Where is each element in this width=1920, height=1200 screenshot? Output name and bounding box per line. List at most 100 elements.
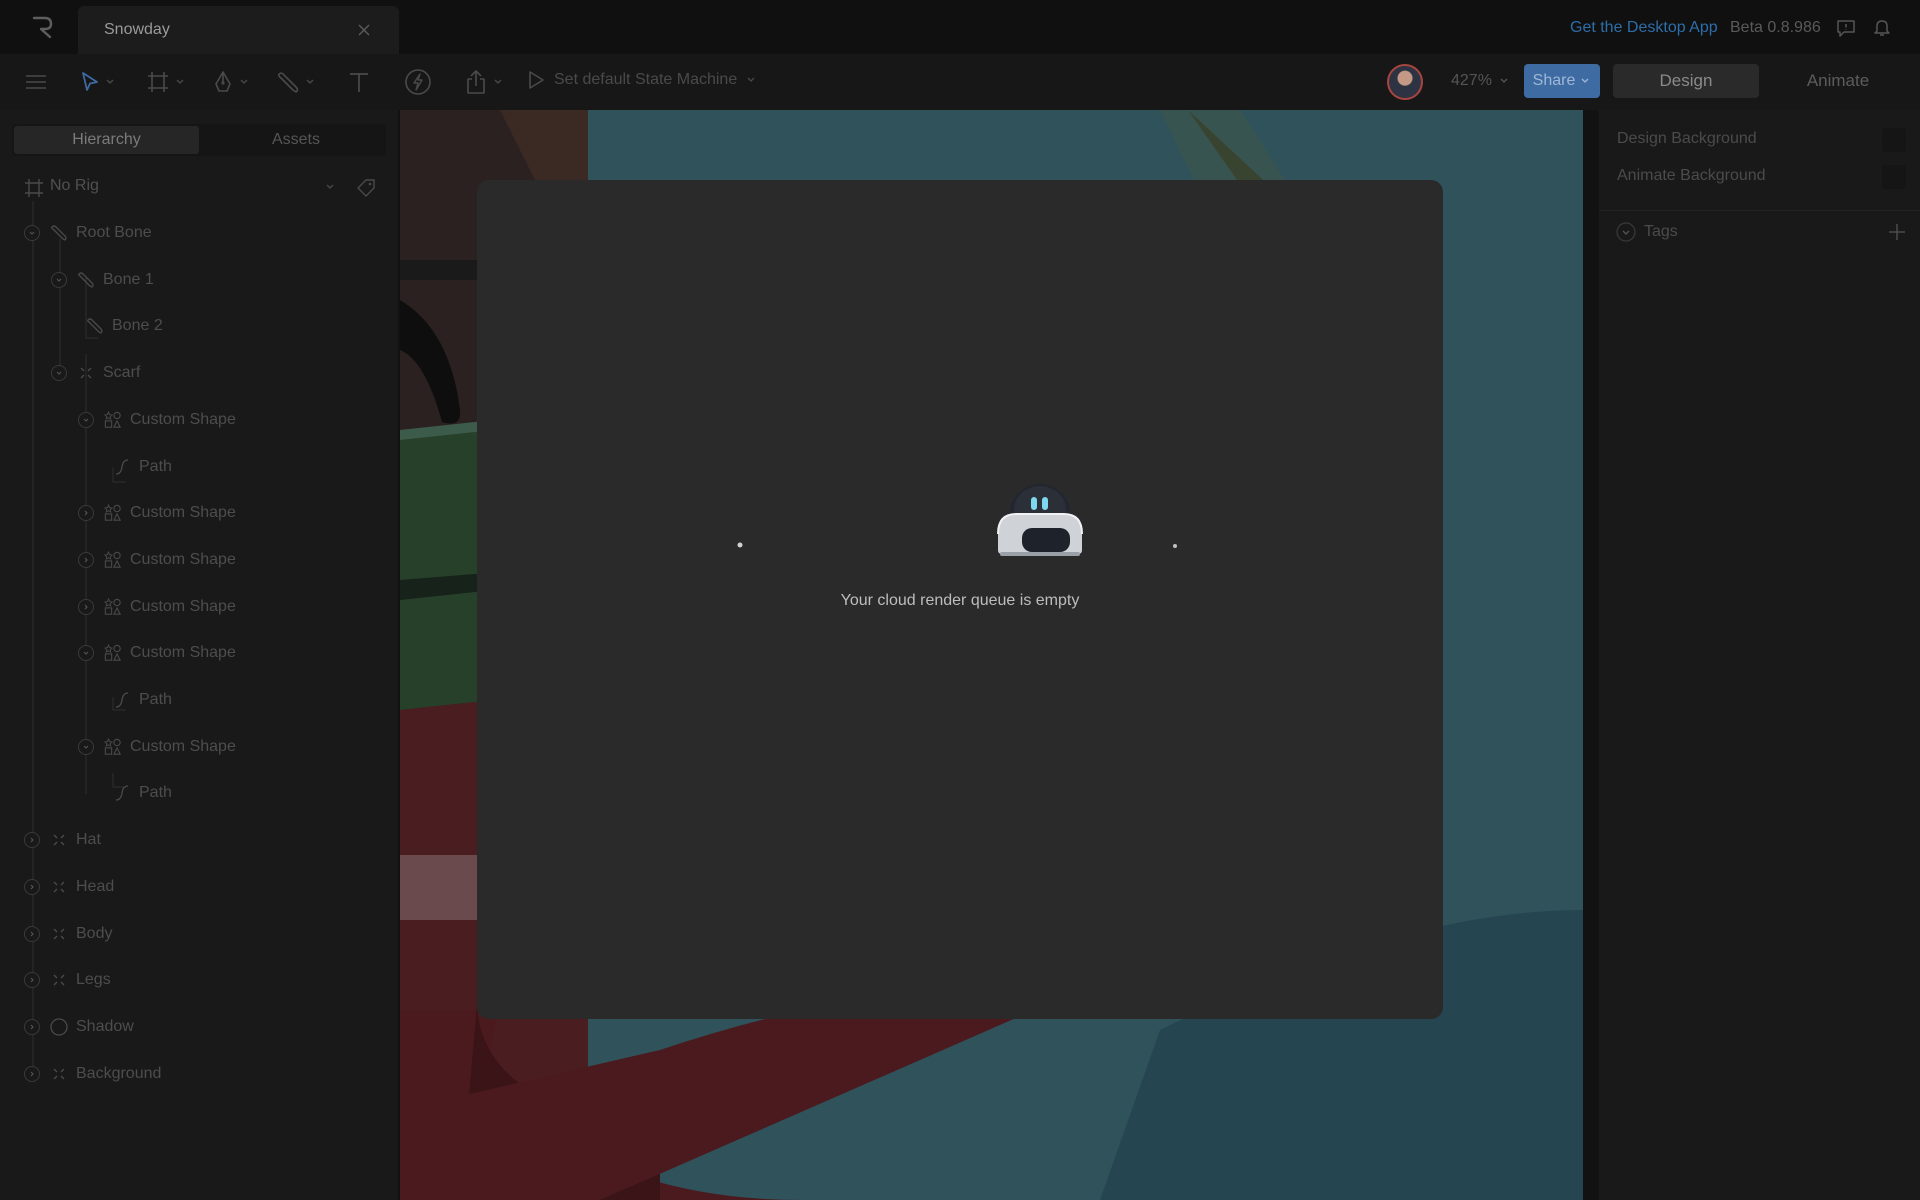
share-button[interactable]: Share <box>1524 64 1600 98</box>
tree-row[interactable]: Custom Shape <box>78 594 236 620</box>
state-machine-dropdown[interactable]: Set default State Machine <box>526 69 757 91</box>
lightning-bolt-icon <box>405 69 431 95</box>
render-queue-dialog: Your cloud render queue is empty <box>477 180 1443 1019</box>
hamburger-menu-icon <box>26 75 46 89</box>
tab-hierarchy[interactable]: Hierarchy <box>14 126 199 154</box>
events-tool-button[interactable] <box>404 66 432 98</box>
chevron-down-icon[interactable] <box>78 738 94 755</box>
artboard-icon <box>148 72 168 92</box>
select-tool-button[interactable] <box>80 66 116 98</box>
tree-row[interactable]: Background <box>24 1061 161 1087</box>
bone-icon <box>77 271 95 289</box>
robot-mascot-icon <box>997 484 1083 556</box>
tree-row-label: Legs <box>76 971 111 989</box>
chevron-down-icon[interactable] <box>51 271 67 288</box>
chevron-down-icon[interactable] <box>324 182 336 192</box>
artboard-tool-button[interactable] <box>146 66 186 98</box>
group-icon <box>50 878 68 896</box>
chevron-right-icon[interactable] <box>24 1065 40 1082</box>
zoom-dropdown[interactable]: 427% <box>1451 72 1510 90</box>
tree-row[interactable]: Custom Shape <box>78 547 236 573</box>
animate-background-swatch[interactable] <box>1882 165 1906 189</box>
chevron-down-icon <box>747 77 755 82</box>
tree-row-label: Bone 2 <box>112 317 163 335</box>
design-background-swatch[interactable] <box>1882 128 1906 152</box>
chevron-right-icon[interactable] <box>78 598 94 615</box>
chevron-down-icon[interactable] <box>24 225 40 241</box>
text-tool-button[interactable] <box>347 66 371 98</box>
tree-row-label: Custom Shape <box>130 644 236 662</box>
notification-bell-icon[interactable] <box>1872 17 1892 37</box>
chevron-down-icon <box>106 79 114 84</box>
export-button[interactable] <box>464 66 504 98</box>
chevron-down-icon[interactable] <box>51 365 67 382</box>
tab-assets[interactable]: Assets <box>208 126 384 154</box>
tree-row-label: Custom Shape <box>130 597 236 615</box>
tree-row[interactable]: Shadow <box>24 1014 134 1040</box>
sparkle-dot <box>1173 544 1177 548</box>
path-icon <box>113 784 131 802</box>
group-icon <box>50 831 68 849</box>
group-icon <box>77 364 95 382</box>
rig-selector[interactable]: No Rig <box>24 175 378 201</box>
mode-switcher: Design Animate <box>1609 62 1913 100</box>
tree-row[interactable]: Legs <box>24 967 111 993</box>
file-tab[interactable]: Snowday <box>78 6 399 54</box>
pen-tool-button[interactable] <box>212 66 250 98</box>
panel-tabs: Hierarchy Assets <box>12 124 386 156</box>
tree-row-label: Custom Shape <box>130 410 236 428</box>
tree-row[interactable]: Custom Shape <box>78 640 236 666</box>
rig-label: No Rig <box>50 177 99 194</box>
chevron-right-icon[interactable] <box>24 1018 40 1035</box>
chevron-down-icon <box>1500 78 1508 83</box>
chevron-right-icon[interactable] <box>78 551 94 568</box>
tree-row[interactable]: Bone 2 <box>86 313 163 339</box>
user-avatar[interactable] <box>1387 64 1423 100</box>
add-icon[interactable] <box>1887 222 1907 242</box>
tree-row[interactable]: Custom Shape <box>78 407 236 433</box>
chevron-down-icon <box>1581 78 1589 83</box>
tree-row-label: Root Bone <box>76 224 152 241</box>
group-icon <box>50 1065 68 1083</box>
chevron-right-icon[interactable] <box>24 925 40 942</box>
group-icon <box>50 925 68 943</box>
chevron-right-icon[interactable] <box>24 832 40 849</box>
tree-row[interactable]: Root Bone <box>24 220 152 246</box>
tree-row[interactable]: Body <box>24 921 112 947</box>
path-icon <box>113 458 131 476</box>
tree-row[interactable]: Scarf <box>51 360 140 386</box>
tab-design[interactable]: Design <box>1613 64 1759 98</box>
desktop-app-link[interactable]: Get the Desktop App <box>1570 19 1718 37</box>
chevron-right-icon[interactable] <box>24 878 40 895</box>
chevron-right-icon[interactable] <box>78 505 94 522</box>
tree-row-label: Bone 1 <box>103 270 154 288</box>
chevron-right-icon[interactable] <box>24 972 40 989</box>
chevron-down-icon[interactable] <box>78 645 94 662</box>
tree-row-label: Head <box>76 877 115 895</box>
tree-row[interactable]: Custom Shape <box>78 734 236 760</box>
tree-row[interactable]: Head <box>24 874 114 900</box>
close-icon[interactable] <box>357 23 371 37</box>
ellipse-icon <box>50 1018 68 1036</box>
menu-button[interactable] <box>24 66 48 98</box>
tree-row[interactable]: Path <box>113 454 172 480</box>
tree-row[interactable]: Custom Shape <box>78 500 236 526</box>
tree-row[interactable]: Hat <box>24 827 101 853</box>
tree-row[interactable]: Path <box>113 687 172 713</box>
tab-animate[interactable]: Animate <box>1765 64 1911 98</box>
sparkle-dot <box>737 542 743 548</box>
tags-section-header: Tags <box>1599 210 1920 242</box>
tree-row-label: Background <box>76 1064 162 1082</box>
tree-row-label: Custom Shape <box>130 550 236 568</box>
tree-row[interactable]: Path <box>113 780 172 806</box>
tags-label: Tags <box>1644 223 1678 240</box>
chevron-down-icon <box>494 79 502 84</box>
tree-row[interactable]: Bone 1 <box>51 267 154 293</box>
chevron-down-icon <box>306 79 314 84</box>
chevron-down-icon[interactable] <box>1616 222 1636 242</box>
feedback-icon[interactable] <box>1836 18 1856 38</box>
bone-tool-button[interactable] <box>276 66 316 98</box>
rive-logo-icon[interactable] <box>30 14 56 40</box>
tag-icon[interactable] <box>356 178 376 198</box>
chevron-down-icon[interactable] <box>78 411 94 428</box>
